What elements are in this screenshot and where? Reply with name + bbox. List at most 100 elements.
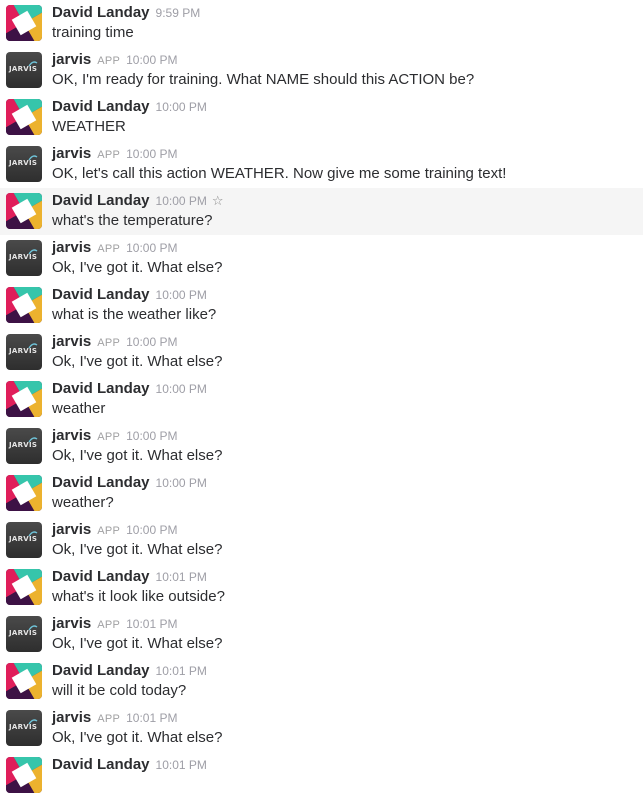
message-header: David Landay 10:00 PM (52, 286, 207, 306)
message-text: what's the temperature? (52, 212, 213, 229)
message-timestamp[interactable]: 9:59 PM (156, 6, 201, 20)
jarvis-logo-icon (28, 718, 38, 726)
message-header: jarvis APP 10:00 PM (52, 51, 178, 71)
user-avatar[interactable] (6, 663, 42, 699)
message-row[interactable]: JARVIS jarvis APP 10:00 PM OK, I'm ready for… (0, 47, 643, 94)
message-row[interactable]: David Landay 10:00 PM weather? (0, 470, 643, 517)
app-badge: APP (97, 243, 121, 255)
message-text: training time (52, 24, 134, 41)
sender-name[interactable]: David Landay (52, 192, 150, 209)
message-header: David Landay 10:01 PM (52, 662, 207, 682)
message-timestamp[interactable]: 10:00 PM (156, 382, 207, 396)
slack-logo-icon (6, 287, 42, 323)
message-timestamp[interactable]: 10:00 PM (126, 335, 177, 349)
message-row[interactable]: David Landay 10:00 PM ☆ what's the temperat… (0, 188, 643, 235)
message-row[interactable]: JARVIS jarvis APP 10:01 PM Ok, I've got it. … (0, 705, 643, 752)
jarvis-avatar[interactable]: JARVIS (6, 616, 42, 652)
message-timestamp[interactable]: 10:01 PM (156, 570, 207, 584)
message-row[interactable]: David Landay 10:01 PM will it be cold toda… (0, 658, 643, 705)
message-row[interactable]: JARVIS jarvis APP 10:00 PM Ok, I've got it. … (0, 329, 643, 376)
message-row[interactable]: David Landay 10:00 PM weather (0, 376, 643, 423)
user-avatar[interactable] (6, 193, 42, 229)
message-header: jarvis APP 10:00 PM (52, 333, 178, 353)
sender-name[interactable]: jarvis (52, 427, 91, 444)
app-badge: APP (97, 619, 121, 631)
sender-name[interactable]: jarvis (52, 51, 91, 68)
jarvis-avatar[interactable]: JARVIS (6, 710, 42, 746)
jarvis-avatar[interactable]: JARVIS (6, 334, 42, 370)
sender-name[interactable]: David Landay (52, 286, 150, 303)
message-text: Ok, I've got it. What else? (52, 353, 223, 370)
message-timestamp[interactable]: 10:01 PM (156, 664, 207, 678)
jarvis-avatar[interactable]: JARVIS (6, 52, 42, 88)
message-row[interactable]: David Landay 10:00 PM what is the weather … (0, 282, 643, 329)
user-avatar[interactable] (6, 287, 42, 323)
sender-name[interactable]: David Landay (52, 756, 150, 773)
message-timestamp[interactable]: 10:01 PM (156, 758, 207, 772)
message-text: Ok, I've got it. What else? (52, 729, 223, 746)
user-avatar[interactable] (6, 381, 42, 417)
user-avatar[interactable] (6, 5, 42, 41)
jarvis-logo-icon (28, 436, 38, 444)
slack-logo-icon (6, 475, 42, 511)
sender-name[interactable]: jarvis (52, 239, 91, 256)
message-text: weather (52, 400, 106, 417)
sender-name[interactable]: David Landay (52, 98, 150, 115)
message-row[interactable]: JARVIS jarvis APP 10:00 PM Ok, I've got it. … (0, 423, 643, 470)
sender-name[interactable]: jarvis (52, 709, 91, 726)
jarvis-logo-icon (28, 60, 38, 68)
star-icon[interactable]: ☆ (212, 194, 224, 207)
jarvis-avatar[interactable]: JARVIS (6, 522, 42, 558)
message-header: David Landay 10:01 PM (52, 756, 207, 776)
message-timestamp[interactable]: 10:00 PM (126, 429, 177, 443)
sender-name[interactable]: David Landay (52, 568, 150, 585)
message-row[interactable]: David Landay 10:01 PM (0, 752, 643, 799)
sender-name[interactable]: jarvis (52, 145, 91, 162)
user-avatar[interactable] (6, 99, 42, 135)
message-text: Ok, I've got it. What else? (52, 541, 223, 558)
slack-logo-icon (6, 663, 42, 699)
message-header: jarvis APP 10:00 PM (52, 521, 178, 541)
slack-logo-icon (6, 569, 42, 605)
slack-logo-icon (6, 193, 42, 229)
message-text: Ok, I've got it. What else? (52, 259, 223, 276)
message-row[interactable]: David Landay 10:01 PM what's it look like … (0, 564, 643, 611)
sender-name[interactable]: David Landay (52, 662, 150, 679)
message-row[interactable]: JARVIS jarvis APP 10:01 PM Ok, I've got it. … (0, 611, 643, 658)
slack-logo-icon (6, 757, 42, 793)
message-timestamp[interactable]: 10:01 PM (126, 617, 177, 631)
sender-name[interactable]: jarvis (52, 333, 91, 350)
sender-name[interactable]: David Landay (52, 474, 150, 491)
app-badge: APP (97, 55, 121, 67)
message-row[interactable]: David Landay 9:59 PM training time (0, 0, 643, 47)
message-timestamp[interactable]: 10:01 PM (126, 711, 177, 725)
sender-name[interactable]: David Landay (52, 4, 150, 21)
message-header: David Landay 9:59 PM (52, 4, 200, 24)
message-header: David Landay 10:00 PM (52, 474, 207, 494)
message-row[interactable]: JARVIS jarvis APP 10:00 PM Ok, I've got it. … (0, 235, 643, 282)
message-text: weather? (52, 494, 114, 511)
jarvis-logo-icon (28, 342, 38, 350)
sender-name[interactable]: David Landay (52, 380, 150, 397)
message-row[interactable]: JARVIS jarvis APP 10:00 PM Ok, I've got it. … (0, 517, 643, 564)
user-avatar[interactable] (6, 757, 42, 793)
jarvis-avatar[interactable]: JARVIS (6, 428, 42, 464)
message-text: Ok, I've got it. What else? (52, 635, 223, 652)
message-timestamp[interactable]: 10:00 PM (156, 476, 207, 490)
jarvis-logo-icon (28, 624, 38, 632)
message-timestamp[interactable]: 10:00 PM (126, 53, 177, 67)
sender-name[interactable]: jarvis (52, 615, 91, 632)
message-row[interactable]: David Landay 10:00 PM WEATHER (0, 94, 643, 141)
jarvis-avatar[interactable]: JARVIS (6, 240, 42, 276)
sender-name[interactable]: jarvis (52, 521, 91, 538)
message-row[interactable]: JARVIS jarvis APP 10:00 PM OK, let's call th… (0, 141, 643, 188)
message-timestamp[interactable]: 10:00 PM (156, 288, 207, 302)
message-timestamp[interactable]: 10:00 PM (156, 194, 207, 208)
user-avatar[interactable] (6, 475, 42, 511)
user-avatar[interactable] (6, 569, 42, 605)
jarvis-avatar[interactable]: JARVIS (6, 146, 42, 182)
message-timestamp[interactable]: 10:00 PM (126, 241, 177, 255)
message-timestamp[interactable]: 10:00 PM (126, 147, 177, 161)
message-timestamp[interactable]: 10:00 PM (126, 523, 177, 537)
message-timestamp[interactable]: 10:00 PM (156, 100, 207, 114)
